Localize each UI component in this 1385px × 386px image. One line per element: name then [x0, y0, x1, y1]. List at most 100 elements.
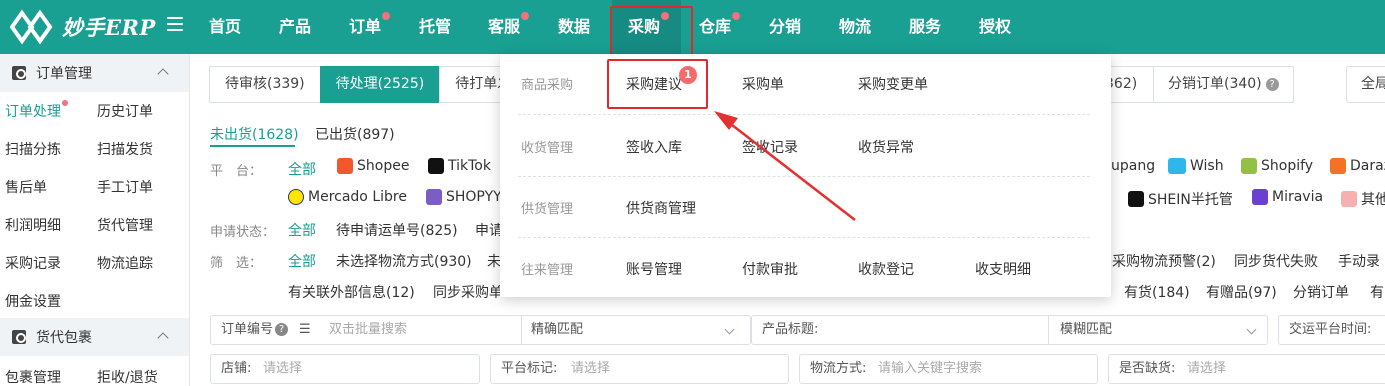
- apply-status-all[interactable]: 全部: [288, 220, 316, 240]
- platform-tiktok[interactable]: TikTok: [428, 158, 491, 174]
- sidebar-item-scan-ship[interactable]: 扫描发货: [97, 139, 153, 159]
- divider: [518, 176, 1090, 177]
- separator: [521, 316, 522, 344]
- sidebar-item-after-sales[interactable]: 售后单: [5, 177, 47, 197]
- filter-purchase-logistics-warning[interactable]: 采购物流预警(2): [1112, 251, 1216, 271]
- nav-item-home[interactable]: 首页: [208, 0, 242, 54]
- group-label-supply: 供货管理: [521, 202, 574, 217]
- menu-toggle-icon[interactable]: [167, 17, 183, 35]
- platform-daraz[interactable]: Daraz: [1330, 158, 1385, 174]
- filter-distribution-orders[interactable]: 分销订单: [1293, 282, 1349, 302]
- filter-no-logistics[interactable]: 未选择物流方式(930): [336, 251, 472, 271]
- platform-miravia[interactable]: Miravia: [1252, 189, 1323, 205]
- sidebar-item-purchase-records[interactable]: 采购记录: [5, 253, 61, 273]
- menu-item-receipt-registration[interactable]: 收款登记: [858, 259, 914, 279]
- menu-item-supplier-management[interactable]: 供货商管理: [626, 198, 696, 218]
- order-number-input[interactable]: 双击批量搜索: [329, 316, 407, 344]
- apply-status-applying[interactable]: 申请: [475, 220, 503, 240]
- nav-item-orders[interactable]: 订单: [348, 0, 390, 54]
- sidebar-item-commission-settings[interactable]: 佣金设置: [5, 291, 61, 311]
- logistics-method-select[interactable]: 物流方式: 请输入关键字搜索: [799, 354, 1098, 384]
- nav-item-distribution[interactable]: 分销: [768, 0, 802, 54]
- nav-item-warehouse[interactable]: 仓库: [698, 0, 740, 54]
- subtab-shipped[interactable]: 已出货(897): [315, 124, 395, 144]
- platform-other[interactable]: 其他: [1341, 189, 1385, 209]
- menu-item-sign-in-stock[interactable]: 签收入库: [626, 137, 682, 157]
- sidebar-item-rejected-returns[interactable]: 拒收/退货: [97, 367, 158, 386]
- sidebar-item-logistics-tracking[interactable]: 物流追踪: [97, 253, 153, 273]
- shopyy-icon: [426, 189, 442, 205]
- app-root: 妙手ERP 首页 产品 订单 托管 客服 数据 采购 仓库 分销 物流 服务 授…: [0, 0, 1385, 386]
- batch-search-icon[interactable]: ☰: [299, 316, 311, 344]
- platform-name: SHEIN半托管: [1148, 192, 1233, 208]
- filter-sync-purchase[interactable]: 同步采购单: [433, 282, 503, 302]
- nav-item-authorization[interactable]: 授权: [978, 0, 1012, 54]
- menu-item-sign-records[interactable]: 签收记录: [742, 137, 798, 157]
- match-mode-select[interactable]: 精确匹配: [531, 316, 583, 344]
- sidebar-item-manual-orders[interactable]: 手工订单: [97, 177, 153, 197]
- sidebar-section-forwarder-packages[interactable]: 货代包裹: [0, 318, 189, 356]
- sidebar-item-forwarder-management[interactable]: 货代管理: [97, 215, 153, 235]
- tab-pending-review[interactable]: 待审核(339): [209, 66, 321, 103]
- shopee-icon: [337, 158, 353, 174]
- shop-label: 店铺:: [221, 361, 252, 376]
- nav-item-products[interactable]: 产品: [278, 0, 312, 54]
- sidebar-item-scan-sort[interactable]: 扫描分拣: [5, 139, 61, 159]
- out-of-stock-placeholder: 请选择: [1187, 361, 1227, 376]
- platform-name: SHOPYY: [446, 189, 502, 205]
- filter-manual-entry[interactable]: 手动录: [1338, 251, 1380, 271]
- sidebar: 订单管理 订单处理 历史订单 扫描分拣 扫描发货 售后单 手工订单 利润明细 货…: [0, 54, 190, 386]
- sidebar-item-order-processing[interactable]: 订单处理: [5, 101, 61, 121]
- trade-time-filter[interactable]: 交运平台时间:: [1278, 315, 1385, 345]
- menu-item-payment-approval[interactable]: 付款审批: [742, 259, 798, 279]
- platform-name: Shopee: [357, 158, 410, 174]
- filter-truncated[interactable]: 未: [487, 251, 501, 271]
- subtab-not-shipped[interactable]: 未出货(1628): [210, 124, 299, 144]
- platform-all[interactable]: 全部: [288, 159, 316, 179]
- platform-coupang[interactable]: upang: [1111, 158, 1155, 174]
- menu-item-income-expense-details[interactable]: 收支明细: [975, 259, 1031, 279]
- sidebar-section-title: 订单管理: [36, 66, 92, 82]
- sidebar-item-profit-details[interactable]: 利润明细: [5, 215, 61, 235]
- notification-dot: [732, 12, 740, 20]
- nav-item-service[interactable]: 客服: [487, 0, 529, 54]
- filter-all[interactable]: 全部: [288, 251, 316, 271]
- filter-sync-forwarder-failed[interactable]: 同步货代失败: [1234, 251, 1318, 271]
- notification-dot: [62, 100, 68, 106]
- platform-mark-select[interactable]: 平台标记: 请选择: [490, 354, 789, 384]
- platform-shopee[interactable]: Shopee: [337, 158, 409, 174]
- platform-shopyy[interactable]: SHOPYY: [426, 189, 502, 205]
- platform-wish[interactable]: Wish: [1168, 158, 1224, 174]
- sidebar-section-order-management[interactable]: 订单管理: [0, 54, 189, 92]
- nav-item-logistics[interactable]: 物流: [838, 0, 872, 54]
- filter-in-stock[interactable]: 有货(184): [1124, 282, 1190, 302]
- global-search-button[interactable]: 全局: [1346, 66, 1385, 103]
- menu-item-purchase-order[interactable]: 采购单: [742, 74, 784, 94]
- brand-logo[interactable]: 妙手ERP: [10, 9, 156, 45]
- platform-shopify[interactable]: Shopify: [1241, 158, 1313, 174]
- platform-shein-semi-managed[interactable]: SHEIN半托管: [1128, 189, 1233, 209]
- out-of-stock-label: 是否缺货:: [1119, 361, 1176, 376]
- platform-mercado-libre[interactable]: Mercado Libre: [288, 189, 407, 205]
- notification-dot: [521, 12, 529, 20]
- nav-item-services[interactable]: 服务: [908, 0, 942, 54]
- apply-status-pending-tracking[interactable]: 待申请运单号(825): [336, 220, 458, 240]
- nav-item-hosting[interactable]: 托管: [418, 0, 452, 54]
- nav-item-data[interactable]: 数据: [557, 0, 591, 54]
- out-of-stock-select[interactable]: 是否缺货: 请选择: [1108, 354, 1385, 384]
- filter-truncated-right[interactable]: 有: [1370, 282, 1384, 302]
- tab-distribution-orders[interactable]: 分销订单(340)?: [1153, 66, 1294, 103]
- help-icon[interactable]: ?: [1265, 78, 1279, 91]
- tab-pending-processing[interactable]: 待处理(2525): [319, 66, 441, 103]
- filter-has-gift[interactable]: 有赠品(97): [1206, 282, 1277, 302]
- help-icon[interactable]: ?: [275, 323, 289, 336]
- shop-select[interactable]: 店铺: 请选择: [210, 354, 480, 384]
- menu-item-purchase-change-order[interactable]: 采购变更单: [858, 74, 928, 94]
- menu-item-receiving-exceptions[interactable]: 收货异常: [858, 137, 914, 157]
- fuzzy-match-select[interactable]: 模糊匹配: [1060, 316, 1112, 344]
- mercado-libre-icon: [288, 189, 304, 205]
- filter-external-info[interactable]: 有关联外部信息(12): [288, 282, 415, 302]
- sidebar-item-package-management[interactable]: 包裹管理: [5, 367, 61, 386]
- sidebar-item-history-orders[interactable]: 历史订单: [97, 101, 153, 121]
- menu-item-account-management[interactable]: 账号管理: [626, 259, 682, 279]
